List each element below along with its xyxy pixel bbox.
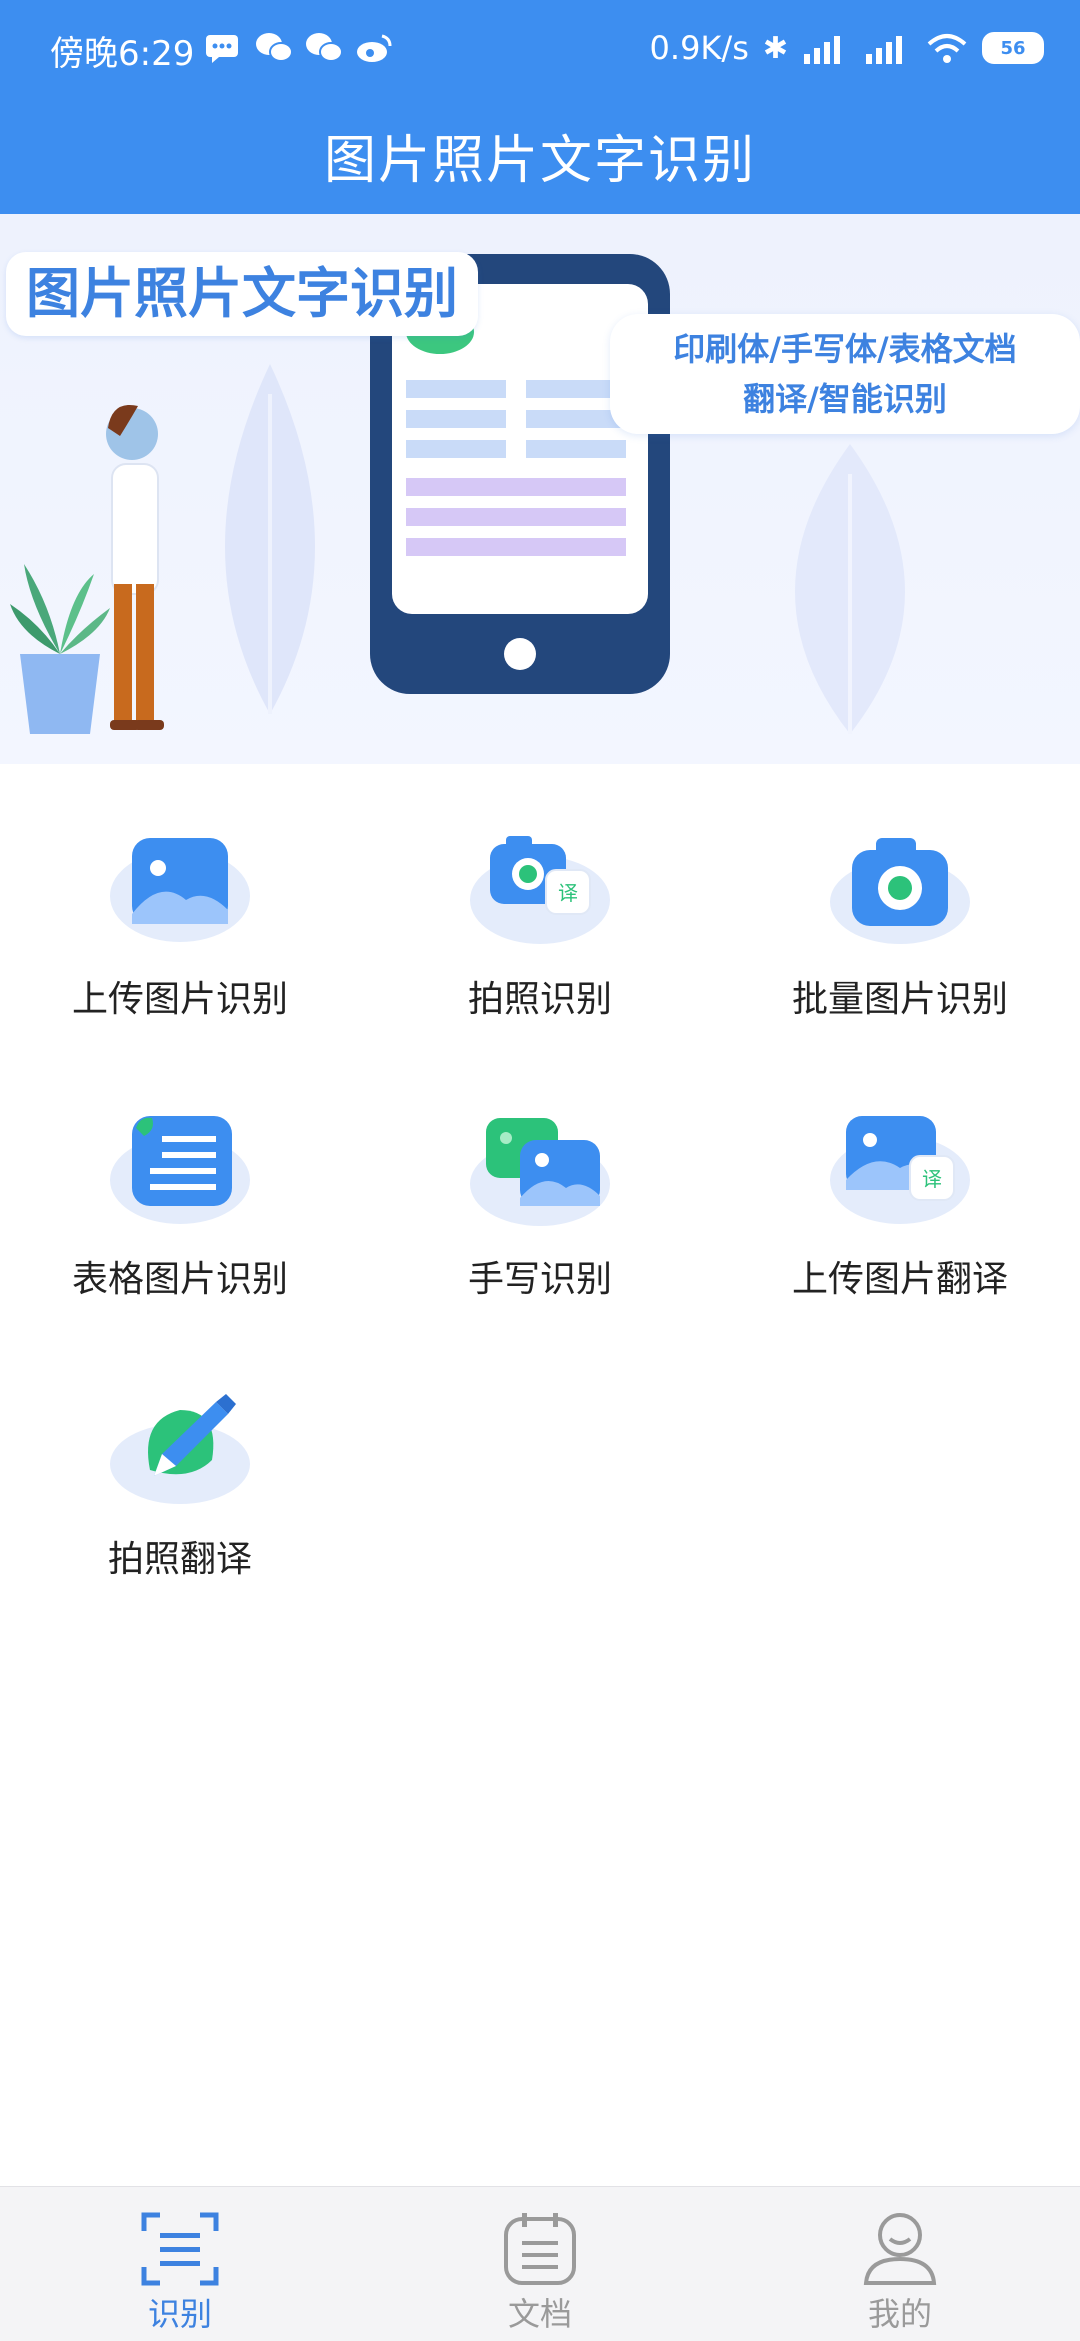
handwriting-icon <box>470 1118 610 1226</box>
feature-label: 拍照翻译 <box>107 1539 252 1580</box>
plant-illustration-icon <box>10 564 110 734</box>
nav-label: 文档 <box>507 2295 572 2333</box>
image-translate-icon: 译 <box>830 1116 970 1224</box>
banner-subtitle-line2: 翻译/智能识别 <box>743 380 947 418</box>
svg-text:译: 译 <box>922 1167 942 1191</box>
battery-icon: 56 <box>982 32 1044 64</box>
camera-icon <box>830 838 970 944</box>
banner-title: 图片照片文字识别 <box>6 252 478 336</box>
nav-item-documents[interactable]: 文档 <box>360 2201 720 2333</box>
status-time: 傍晚6:29 <box>50 34 195 74</box>
network-speed: 0.9K/s <box>649 29 749 67</box>
feature-label: 上传图片翻译 <box>791 1259 1008 1300</box>
weibo-icon <box>357 34 392 62</box>
feature-upload-image-translation[interactable]: 译 上传图片翻译 <box>720 1110 1080 1350</box>
signal-icon <box>804 36 840 64</box>
leaf-decoration-icon <box>795 444 905 734</box>
feature-table-image-recognition[interactable]: 表格图片识别 <box>0 1110 360 1350</box>
wechat-icon <box>306 33 343 62</box>
document-icon <box>504 2213 576 2285</box>
bluetooth-icon: ✱ <box>762 30 788 66</box>
feature-label: 上传图片识别 <box>71 979 288 1020</box>
leaf-decoration-icon <box>225 364 315 714</box>
feature-label: 拍照识别 <box>467 979 612 1020</box>
feature-label: 批量图片识别 <box>791 979 1008 1020</box>
feature-photo-translation[interactable]: 拍照翻译 <box>0 1390 360 1630</box>
message-icon <box>206 35 238 63</box>
feature-batch-image-recognition[interactable]: 批量图片识别 <box>720 830 1080 1070</box>
banner-subtitle-line1: 印刷体/手写体/表格文档 <box>673 330 1017 368</box>
wifi-icon <box>927 34 967 63</box>
banner-subtitle: 印刷体/手写体/表格文档 翻译/智能识别 <box>610 314 1080 434</box>
feature-label: 手写识别 <box>467 1259 612 1300</box>
table-document-icon <box>110 1116 250 1224</box>
page-title: 图片照片文字识别 <box>323 131 756 191</box>
bottom-navigation: 识别 文档 我的 <box>0 2186 1080 2341</box>
profile-icon <box>863 2213 937 2285</box>
feature-upload-image-recognition[interactable]: 上传图片识别 <box>0 830 360 1070</box>
feature-handwriting-recognition[interactable]: 手写识别 <box>360 1110 720 1350</box>
feature-label: 表格图片识别 <box>71 1259 288 1300</box>
top-app-bar: 傍晚6:29 0.9K/s ✱ 56 图片照片文字识别 <box>0 0 1080 214</box>
nav-item-recognize[interactable]: 识别 <box>0 2201 360 2333</box>
nav-item-profile[interactable]: 我的 <box>720 2201 1080 2333</box>
nav-label: 识别 <box>147 2295 212 2333</box>
pen-translate-icon <box>110 1394 250 1504</box>
status-bar: 傍晚6:29 0.9K/s ✱ 56 <box>0 0 1080 96</box>
svg-text:译: 译 <box>558 881 578 905</box>
hero-banner[interactable]: 图片照片文字识别 印刷体/手写体/表格文档 翻译/智能识别 <box>0 214 1080 764</box>
scan-icon <box>141 2212 219 2286</box>
image-upload-icon <box>110 838 250 942</box>
signal-icon <box>866 36 902 64</box>
camera-translate-icon: 译 <box>470 836 610 944</box>
feature-photo-recognition[interactable]: 译 拍照识别 <box>360 830 720 1070</box>
wechat-icon <box>256 33 293 62</box>
status-right: 0.9K/s ✱ 56 <box>650 26 1044 70</box>
nav-label: 我的 <box>867 2295 932 2333</box>
